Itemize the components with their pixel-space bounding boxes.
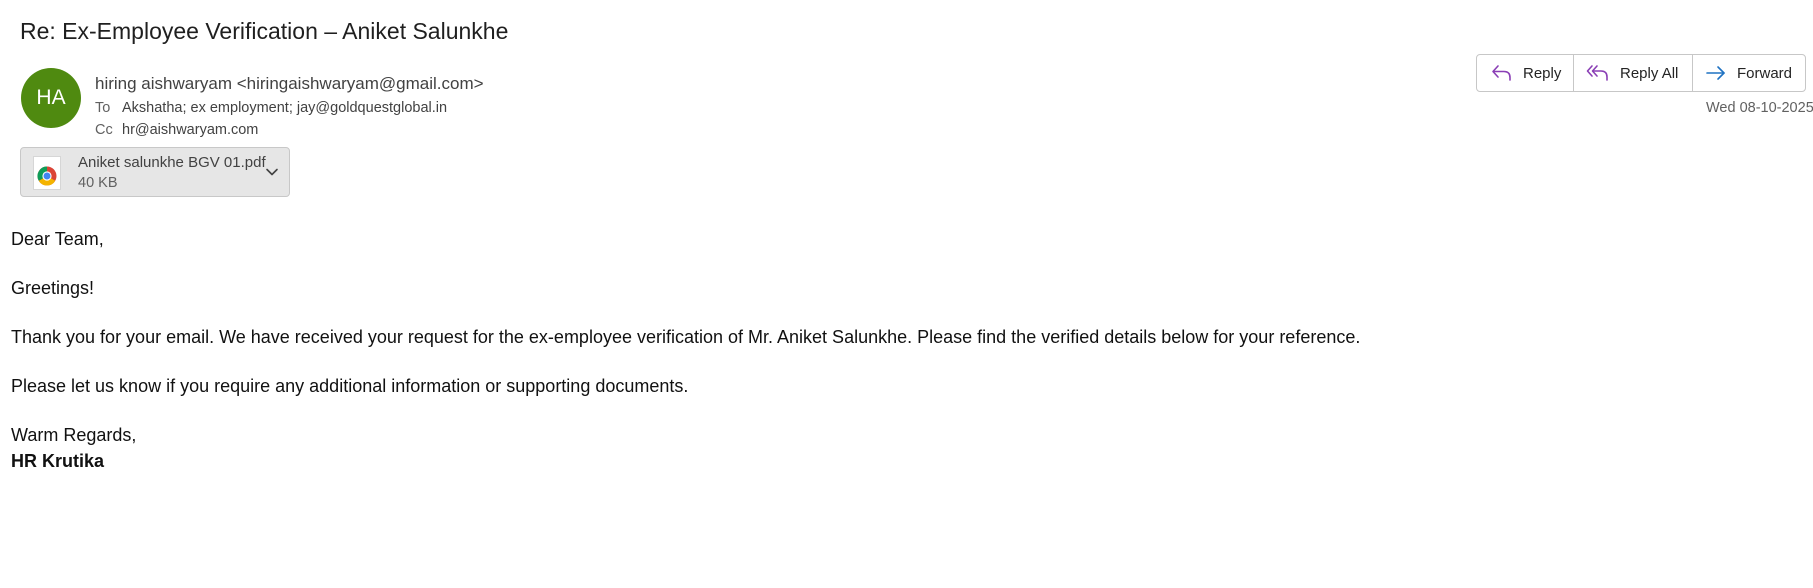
message-actions: Reply Reply All Forward	[1476, 54, 1806, 92]
attachment-name: Aniket salunkhe BGV 01.pdf	[78, 154, 266, 171]
to-label: To	[95, 100, 111, 116]
reply-icon	[1492, 65, 1511, 81]
avatar-initials: HA	[36, 86, 66, 109]
body-greeting: Dear Team,	[11, 229, 104, 249]
email-date: Wed 08-10-2025	[1706, 100, 1813, 116]
body-closing: Warm Regards,	[11, 425, 137, 445]
reply-all-icon	[1586, 65, 1608, 81]
reply-button[interactable]: Reply	[1477, 55, 1574, 91]
chrome-icon	[33, 156, 61, 190]
to-value: Akshatha; ex employment; jay@goldquestgl…	[122, 100, 448, 116]
email-reading-pane: Re: Ex-Employee Verification – Aniket Sa…	[0, 0, 1813, 588]
reply-label: Reply	[1523, 64, 1562, 82]
body-line-3: Please let us know if you require any ad…	[11, 376, 689, 396]
body-signature: HR Krutika	[11, 451, 105, 471]
sender-name[interactable]: hiring aishwaryam <hiringaishwaryam@gmai…	[95, 74, 484, 94]
email-subject: Re: Ex-Employee Verification – Aniket Sa…	[20, 18, 509, 44]
forward-button[interactable]: Forward	[1693, 55, 1805, 91]
reply-all-label: Reply All	[1620, 64, 1679, 82]
body-line-1: Greetings!	[11, 278, 95, 298]
attachment-card[interactable]: Aniket salunkhe BGV 01.pdf 40 KB	[20, 147, 290, 197]
chevron-down-icon[interactable]	[263, 163, 281, 181]
sender-avatar[interactable]: HA	[21, 68, 81, 128]
cc-recipients[interactable]: Cc hr@aishwaryam.com	[95, 122, 258, 138]
body-line-2: Thank you for your email. We have receiv…	[11, 327, 1361, 347]
cc-value: hr@aishwaryam.com	[122, 122, 259, 138]
reply-all-button[interactable]: Reply All	[1574, 55, 1693, 91]
attachment-size: 40 KB	[78, 175, 118, 191]
forward-icon	[1706, 66, 1725, 80]
forward-label: Forward	[1737, 64, 1793, 82]
cc-label: Cc	[95, 122, 113, 138]
to-recipients[interactable]: To Akshatha; ex employment; jay@goldquest…	[95, 100, 447, 116]
